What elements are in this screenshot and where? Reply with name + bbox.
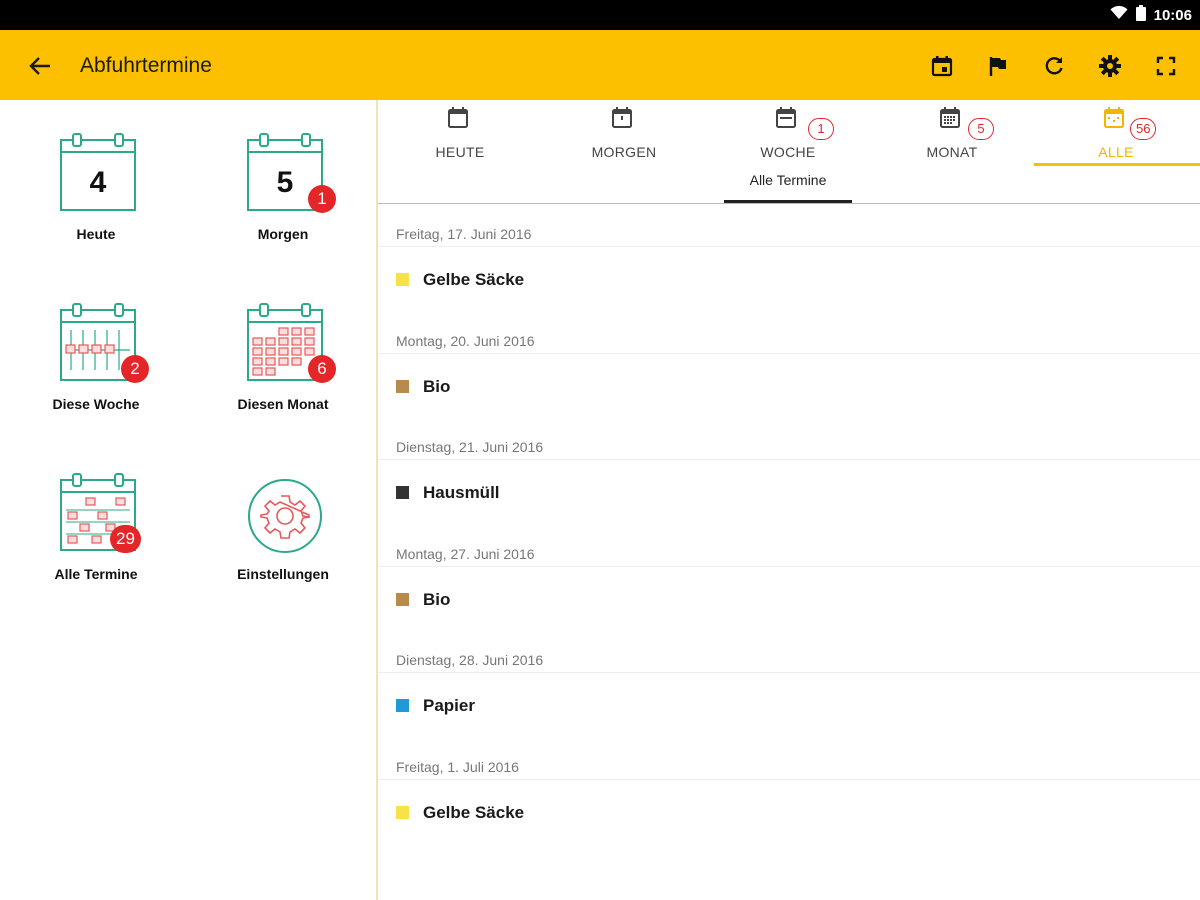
waste-color-swatch bbox=[396, 273, 409, 286]
tab-alle[interactable]: 56 ALLE bbox=[1034, 100, 1198, 166]
day-date: Montag, 20. Juni 2016 bbox=[396, 332, 535, 349]
count-badge: 29 bbox=[110, 525, 141, 553]
count-badge: 6 bbox=[308, 355, 336, 383]
waste-type: Gelbe Säcke bbox=[423, 270, 525, 289]
tile-label: Alle Termine bbox=[54, 566, 138, 582]
tile-label: Einstellungen bbox=[237, 566, 329, 582]
schedule-day: Dienstag, 21. Juni 2016 Hausmüll bbox=[378, 417, 1200, 524]
day-date: Freitag, 17. Juni 2016 bbox=[396, 226, 532, 242]
waste-type: Gelbe Säcke bbox=[423, 802, 525, 822]
settings-gear-icon bbox=[248, 479, 322, 553]
tab-morgen[interactable]: MORGEN bbox=[542, 100, 706, 166]
waste-color-swatch bbox=[396, 805, 409, 819]
day-date: Freitag, 1. Juli 2016 bbox=[396, 758, 519, 775]
day-date: Dienstag, 21. Juni 2016 bbox=[396, 439, 544, 456]
calendar-month-icon bbox=[940, 107, 960, 128]
tile-label: Morgen bbox=[257, 226, 309, 242]
menu-tile-einstellungen[interactable]: Einstellungen bbox=[208, 448, 358, 598]
tab-label: ALLE bbox=[1098, 144, 1134, 160]
tab-count-badge: 5 bbox=[968, 118, 994, 140]
tab-woche[interactable]: 1 WOCHE bbox=[706, 100, 870, 166]
day-date: Montag, 27. Juni 2016 bbox=[396, 545, 535, 562]
tab-heute[interactable]: HEUTE bbox=[378, 100, 542, 166]
tile-day-number: 4 bbox=[89, 166, 107, 199]
schedule-entry[interactable]: Bio bbox=[378, 359, 1200, 413]
count-badge: 1 bbox=[308, 185, 336, 213]
divider bbox=[378, 565, 1200, 567]
flag-icon[interactable] bbox=[982, 50, 1014, 82]
status-bar: 10:06 bbox=[0, 0, 1200, 30]
waste-type: Bio bbox=[423, 376, 451, 396]
calendar-week-icon bbox=[776, 107, 796, 128]
day-date: Dienstag, 28. Juni 2016 bbox=[396, 652, 544, 669]
schedule-entry[interactable]: Gelbe Säcke bbox=[378, 785, 1200, 839]
schedule-entry[interactable]: Gelbe Säcke bbox=[378, 252, 1200, 306]
waste-type: Papier bbox=[423, 696, 475, 716]
divider bbox=[378, 778, 1200, 780]
tab-label: MONAT bbox=[926, 144, 978, 160]
tile-label: Diese Woche bbox=[52, 396, 140, 412]
divider bbox=[378, 352, 1200, 354]
tab-bar: HEUTE MORGEN 1 WOCHE 5 MONAT 56 ALLE bbox=[378, 100, 1200, 168]
schedule-day: Montag, 20. Juni 2016 Bio bbox=[378, 311, 1200, 418]
subtab-alle-termine[interactable]: Alle Termine bbox=[724, 172, 852, 202]
divider bbox=[378, 246, 1200, 247]
menu-tile-heute[interactable]: 4 Heute bbox=[21, 108, 171, 258]
menu-tile-morgen[interactable]: 5 1 Morgen bbox=[208, 108, 358, 258]
tile-label: Heute bbox=[76, 226, 116, 242]
schedule-entry[interactable]: Bio bbox=[378, 572, 1200, 626]
calendar-icon bbox=[448, 107, 468, 128]
schedule-entry[interactable]: Hausmüll bbox=[378, 465, 1200, 519]
schedule-list: Freitag, 17. Juni 2016 Gelbe Säcke Monta… bbox=[378, 204, 1200, 844]
menu-tile-diesen-monat[interactable]: 6 Diesen Monat bbox=[208, 278, 358, 428]
waste-color-swatch bbox=[396, 379, 409, 393]
page-title: Abfuhrtermine bbox=[80, 54, 212, 77]
left-menu: 4 Heute 5 1 Morgen 2 Diese Woche 6 Diese… bbox=[0, 100, 376, 900]
waste-type: Hausmüll bbox=[423, 483, 500, 503]
status-icons: 10:06 bbox=[1110, 4, 1192, 26]
calendar-all-icon bbox=[1104, 107, 1124, 128]
schedule-day: Dienstag, 28. Juni 2016 Papier bbox=[378, 630, 1200, 737]
tab-label: HEUTE bbox=[435, 144, 485, 160]
waste-color-swatch bbox=[396, 486, 409, 500]
wifi-icon bbox=[1110, 5, 1128, 25]
calendar-event-icon[interactable] bbox=[926, 50, 958, 82]
calendar-icon bbox=[612, 107, 632, 128]
app-bar: Abfuhrtermine bbox=[0, 30, 1200, 100]
menu-tile-diese-woche[interactable]: 2 Diese Woche bbox=[21, 278, 171, 428]
schedule-panel: HEUTE MORGEN 1 WOCHE 5 MONAT 56 ALLE All… bbox=[378, 100, 1200, 900]
tab-count-badge: 1 bbox=[808, 118, 834, 140]
waste-color-swatch bbox=[396, 699, 409, 713]
back-arrow-icon[interactable] bbox=[22, 50, 58, 82]
divider bbox=[378, 459, 1200, 461]
battery-icon bbox=[1135, 4, 1146, 26]
schedule-day: Montag, 27. Juni 2016 Bio bbox=[378, 524, 1200, 631]
waste-color-swatch bbox=[396, 592, 409, 606]
status-time: 10:06 bbox=[1153, 6, 1192, 24]
waste-type: Bio bbox=[423, 589, 451, 609]
tab-monat[interactable]: 5 MONAT bbox=[870, 100, 1034, 166]
fullscreen-icon[interactable] bbox=[1150, 50, 1182, 82]
active-tab-indicator bbox=[1034, 163, 1200, 166]
count-badge: 2 bbox=[121, 355, 149, 383]
toolbar-actions bbox=[926, 50, 1182, 82]
refresh-icon[interactable] bbox=[1038, 50, 1070, 82]
divider bbox=[378, 672, 1200, 674]
menu-tile-alle-termine[interactable]: 29 Alle Termine bbox=[21, 448, 171, 598]
schedule-day: Freitag, 1. Juli 2016 Gelbe Säcke bbox=[378, 737, 1200, 844]
tab-label: WOCHE bbox=[760, 144, 816, 160]
tab-label: MORGEN bbox=[591, 144, 657, 160]
tab-count-badge: 56 bbox=[1130, 118, 1157, 140]
schedule-entry[interactable]: Papier bbox=[378, 678, 1200, 732]
schedule-day: Freitag, 17. Juni 2016 Gelbe Säcke bbox=[378, 204, 1200, 311]
tile-label: Diesen Monat bbox=[237, 396, 329, 412]
settings-icon[interactable] bbox=[1094, 50, 1126, 82]
